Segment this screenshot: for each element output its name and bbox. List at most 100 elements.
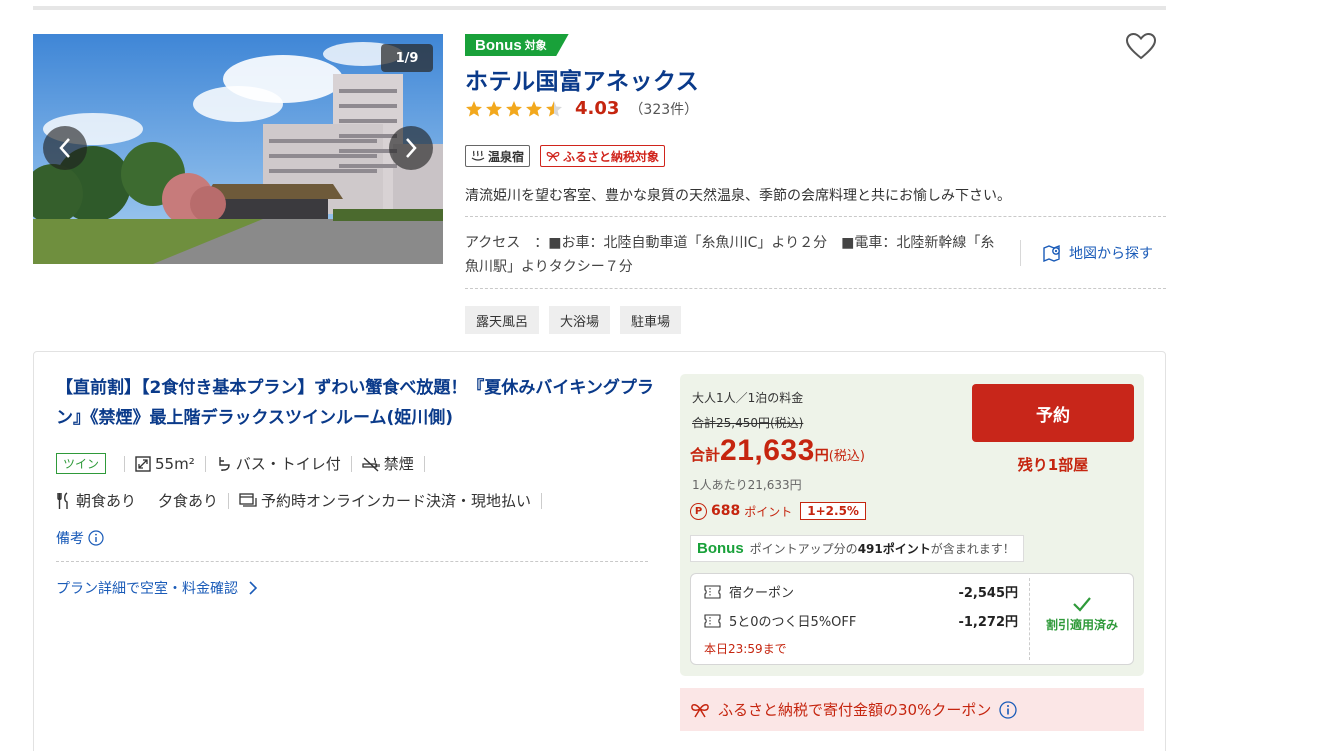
rooms-left: 残り1部屋	[1017, 456, 1089, 474]
bonus-note-post: が含まれます！	[930, 542, 1015, 556]
discount-applied-status: 割引適用済み	[1032, 596, 1132, 633]
total-tax-label: (税込)	[828, 449, 865, 464]
expand-icon	[135, 455, 151, 472]
map-search-link[interactable]: 地図から探す	[1043, 243, 1153, 263]
map-search-label: 地図から探す	[1069, 246, 1153, 262]
hotel-name[interactable]: ホテル国富アネックス	[465, 62, 699, 96]
info-icon[interactable]	[999, 700, 1017, 719]
divider	[465, 216, 1166, 217]
coupon-amount: -2,545円	[958, 586, 1018, 601]
total-label: 合計	[690, 446, 721, 464]
hotel-photo-gallery[interactable]: 1/9	[33, 34, 443, 264]
bath-label: バス・トイレ付	[235, 455, 341, 473]
coupon-amount: -1,272円	[958, 615, 1018, 630]
remarks-link[interactable]: 備考	[56, 528, 104, 548]
points-info: P 688 ポイント 1+2.5%	[690, 502, 866, 520]
bonus-note-label: Bonus	[697, 540, 744, 557]
bonus-tag-suffix: 対象	[524, 39, 547, 52]
separator	[541, 492, 543, 509]
heart-icon[interactable]	[1125, 32, 1157, 60]
bonus-note-pre: ポイントアップ分の	[749, 542, 858, 556]
payment-info: 予約時オンラインカード決済・現地払い	[239, 490, 531, 511]
plan-title[interactable]: 【直前割】【2食付き基本プラン】ずわい蟹食べ放題！『夏休みバイキングプラン』《禁…	[56, 373, 656, 433]
discount-applied-label: 割引適用済み	[1045, 618, 1118, 632]
star-icon	[466, 100, 562, 116]
coupon-icon	[704, 613, 721, 628]
separator	[204, 455, 206, 472]
amenity-tag: 駐車場	[620, 306, 682, 334]
total-price: 合計 21,633 円 (税込)	[690, 434, 865, 468]
bonus-points-note: Bonus ポイントアップ分の491ポイントが含まれます！	[690, 535, 1024, 562]
no-smoking-icon	[362, 456, 380, 472]
smoking-info: 禁煙	[362, 453, 414, 474]
bath-info: バス・トイレ付	[216, 453, 341, 474]
plan-detail-label: プラン詳細で空室・料金確認	[56, 581, 238, 597]
coupon-deadline: 本日23:59まで	[704, 642, 787, 656]
breakfast-label: 朝食あり	[76, 492, 137, 510]
meals: 朝食あり 夕食あり	[56, 490, 218, 511]
gallery-next-button[interactable]	[389, 126, 433, 170]
meal-info: 朝食あり 夕食あり 予約時オンラインカード決済・現地払い	[56, 490, 552, 511]
hotel-access: アクセス ：■お車：北陸自動車道「糸魚川IC」より２分 ■電車：北陸新幹線「糸魚…	[465, 235, 995, 275]
divider	[465, 288, 1166, 289]
review-count-link[interactable]: （323件）	[629, 99, 698, 119]
separator	[228, 492, 230, 509]
points-rate-badge: 1+2.5%	[800, 502, 866, 520]
toilet-icon	[219, 456, 230, 471]
furusato-coupon-banner[interactable]: ふるさと納税で寄付金額の30%クーポン	[680, 688, 1144, 731]
top-divider	[33, 6, 1166, 10]
separator	[423, 455, 425, 472]
original-price: 合計25,450円(税込)	[692, 416, 804, 430]
hot-spring-icon	[471, 150, 485, 161]
separator	[350, 455, 352, 472]
cutlery-icon	[57, 491, 68, 509]
remarks-label: 備考	[56, 531, 84, 547]
room-size: 55m²	[135, 455, 195, 473]
coupon-icon	[704, 584, 721, 599]
star-rating	[465, 100, 565, 118]
dinner-label: 夕食あり	[158, 492, 219, 510]
onsen-badge: 温泉宿	[465, 145, 531, 167]
coupon-item: 宿クーポン	[704, 582, 794, 601]
coupon-name: 宿クーポン	[729, 586, 795, 601]
info-icon	[88, 530, 104, 546]
coupon-name: 5と0のつく日5%OFF	[729, 615, 857, 630]
rating-score: 4.03	[575, 98, 620, 119]
room-info: ツイン 55m² バス・トイレ付 禁煙	[56, 453, 435, 474]
gallery-prev-button[interactable]	[43, 126, 87, 170]
hotel-badges: 温泉宿 ふるさと納税対象	[465, 145, 666, 167]
hotel-rating: 4.03 （323件）	[465, 98, 698, 119]
divider	[56, 561, 648, 562]
amenity-tag: 露天風呂	[465, 306, 540, 334]
smoking-label: 禁煙	[383, 455, 414, 473]
furusato-banner-text: ふるさと納税で寄付金額の30%クーポン	[718, 701, 992, 719]
room-size-value: 55m²	[155, 454, 195, 473]
bonus-note-points: 491ポイント	[857, 542, 931, 556]
separator	[124, 455, 126, 472]
total-currency: 円	[814, 448, 829, 464]
onsen-badge-label: 温泉宿	[488, 149, 525, 164]
price-basis-label: 大人1人／1泊の料金	[692, 391, 804, 405]
points-unit: ポイント	[744, 504, 793, 519]
payment-icon	[239, 492, 257, 507]
points-value: 688	[711, 503, 741, 519]
checkmark-icon	[1073, 597, 1091, 612]
plan-detail-link[interactable]: プラン詳細で空室・料金確認	[56, 578, 258, 598]
reserve-button[interactable]: 予約	[972, 384, 1134, 442]
ribbon-icon	[691, 703, 709, 717]
chevron-left-icon	[59, 138, 70, 158]
per-person-price: 1人あたり21,633円	[692, 478, 802, 492]
amenity-tag: 大浴場	[549, 306, 611, 334]
amenity-list: 露天風呂 大浴場 駐車場	[465, 306, 682, 334]
hotel-description: 清流姫川を望む客室、豊かな泉質の天然温泉、季節の会席料理と共にお愉しみ下さい。	[465, 188, 1011, 204]
payment-label: 予約時オンラインカード決済・現地払い	[261, 492, 532, 510]
furusato-badge-label: ふるさと納税対象	[563, 149, 660, 164]
chevron-right-icon	[249, 581, 258, 595]
gallery-counter: 1/9	[381, 44, 433, 72]
coupon-item: 5と0のつく日5%OFF	[704, 611, 856, 630]
bonus-tag-label: Bonus	[475, 36, 522, 54]
furusato-badge: ふるさと納税対象	[540, 145, 666, 167]
bonus-note-text: ポイントアップ分の491ポイントが含まれます！	[750, 540, 1015, 557]
total-amount: 21,633	[720, 434, 815, 467]
divider	[1020, 240, 1021, 266]
